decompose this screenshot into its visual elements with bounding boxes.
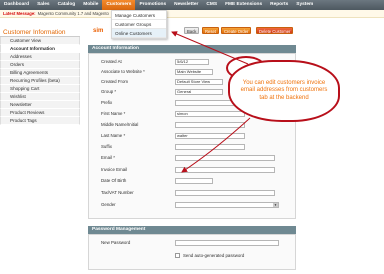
label-created-from: Created From [101,79,129,84]
created-at-field: 5/6/12 [175,59,209,65]
date-of-birth-input[interactable] [175,178,213,184]
sidebar-item-product-reviews[interactable]: Product Reviews [0,109,80,117]
create-order-button[interactable]: Create Order [221,27,252,34]
sidebar-item-recurring-profiles[interactable]: Recurring Profiles (beta) [0,77,80,85]
customer-sidebar: Customer Information Customer View Accou… [0,28,80,125]
latest-message-bar: Latest Message: Magento Community 1.7 an… [0,10,384,18]
top-nav: Dashboard Sales Catalog Mobile Customers… [0,0,384,10]
label-email: Email * [101,155,115,160]
sidebar-item-shopping-cart[interactable]: Shopping Cart [0,85,80,93]
page-title: sim [93,28,104,34]
label-tax-vat: Tax/VAT Number [101,190,134,195]
password-management-header: Password Management [88,226,296,234]
label-suffix: Suffix [101,144,112,149]
sidebar-item-addresses[interactable]: Addresses [0,53,80,61]
suffix-input[interactable] [175,144,245,150]
created-from-field: Default Store View [175,79,223,85]
nav-cms[interactable]: CMS [202,0,221,10]
new-password-input[interactable] [175,240,279,246]
sidebar-title: Customer Information [0,28,80,37]
sidebar-item-orders[interactable]: Orders [0,61,80,69]
callout-bubble: You can edit customers invoice email add… [228,60,340,122]
reset-button[interactable]: Reset [202,27,219,34]
nav-fme-extensions[interactable]: FME Extensions [221,0,266,10]
label-last-name: Last Name * [101,133,126,138]
nav-sales[interactable]: Sales [33,0,54,10]
group-select[interactable]: General [175,89,223,95]
nav-newsletter[interactable]: Newsletter [170,0,202,10]
sidebar-item-customer-view[interactable]: Customer View [0,37,80,45]
label-prefix: Prefix [101,100,113,105]
invoice-email-input[interactable] [175,167,275,173]
autogen-password-checkbox[interactable] [175,253,180,258]
last-name-input[interactable]: walter [175,133,245,139]
back-button[interactable]: Back [184,27,200,34]
nav-reports[interactable]: Reports [266,0,292,10]
nav-catalog[interactable]: Catalog [54,0,80,10]
email-input[interactable] [175,155,275,161]
middle-name-input[interactable] [175,122,245,128]
menu-customer-groups[interactable]: Customer Groups [112,20,166,29]
label-new-password: New Password [101,240,131,245]
label-invoice-email: Invoice Email [101,167,128,172]
gender-select[interactable]: ▼ [175,202,279,208]
label-date-of-birth: Date Of Birth [101,178,127,183]
label-website: Associate to Website * [101,69,145,74]
account-information-header: Account Information [88,45,296,53]
sidebar-item-wishlist[interactable]: Wishlist [0,93,80,101]
nav-dashboard[interactable]: Dashboard [0,0,33,10]
menu-online-customers[interactable]: Online Customers [112,29,166,38]
chevron-down-icon: ▼ [273,203,278,207]
customers-dropdown-menu: Manage Customers Customer Groups Online … [111,10,167,39]
label-middle-name: Middle Name/Initial [101,122,139,127]
tax-vat-input[interactable] [175,190,275,196]
delete-customer-button[interactable]: Delete Customer [256,27,294,34]
sidebar-item-newsletter[interactable]: Newsletter [0,101,80,109]
nav-customers[interactable]: Customers [102,0,136,10]
website-select[interactable]: Main Website [175,69,213,75]
message-text[interactable]: Magento Community 1.7 and Magento [38,11,109,16]
sidebar-item-billing-agreements[interactable]: Billing Agreements [0,69,80,77]
first-name-input[interactable]: simon [175,111,245,117]
label-gender: Gender [101,202,116,207]
sidebar-item-account-information[interactable]: Account Information [0,45,80,53]
label-first-name: First Name * [101,111,126,116]
label-created-at: Created At [101,59,122,64]
nav-system[interactable]: System [292,0,317,10]
sidebar-item-product-tags[interactable]: Product Tags [0,117,80,125]
message-label: Latest Message: [3,11,36,16]
callout-text: You can edit customers invoice email add… [240,80,328,101]
menu-manage-customers[interactable]: Manage Customers [112,11,166,20]
nav-promotions[interactable]: Promotions [135,0,170,10]
label-autogen-password: Send auto-generated password [183,253,245,258]
label-group: Group * [101,89,117,94]
password-management-form: New Password Send auto-generated passwor… [88,234,296,270]
nav-mobile[interactable]: Mobile [79,0,102,10]
